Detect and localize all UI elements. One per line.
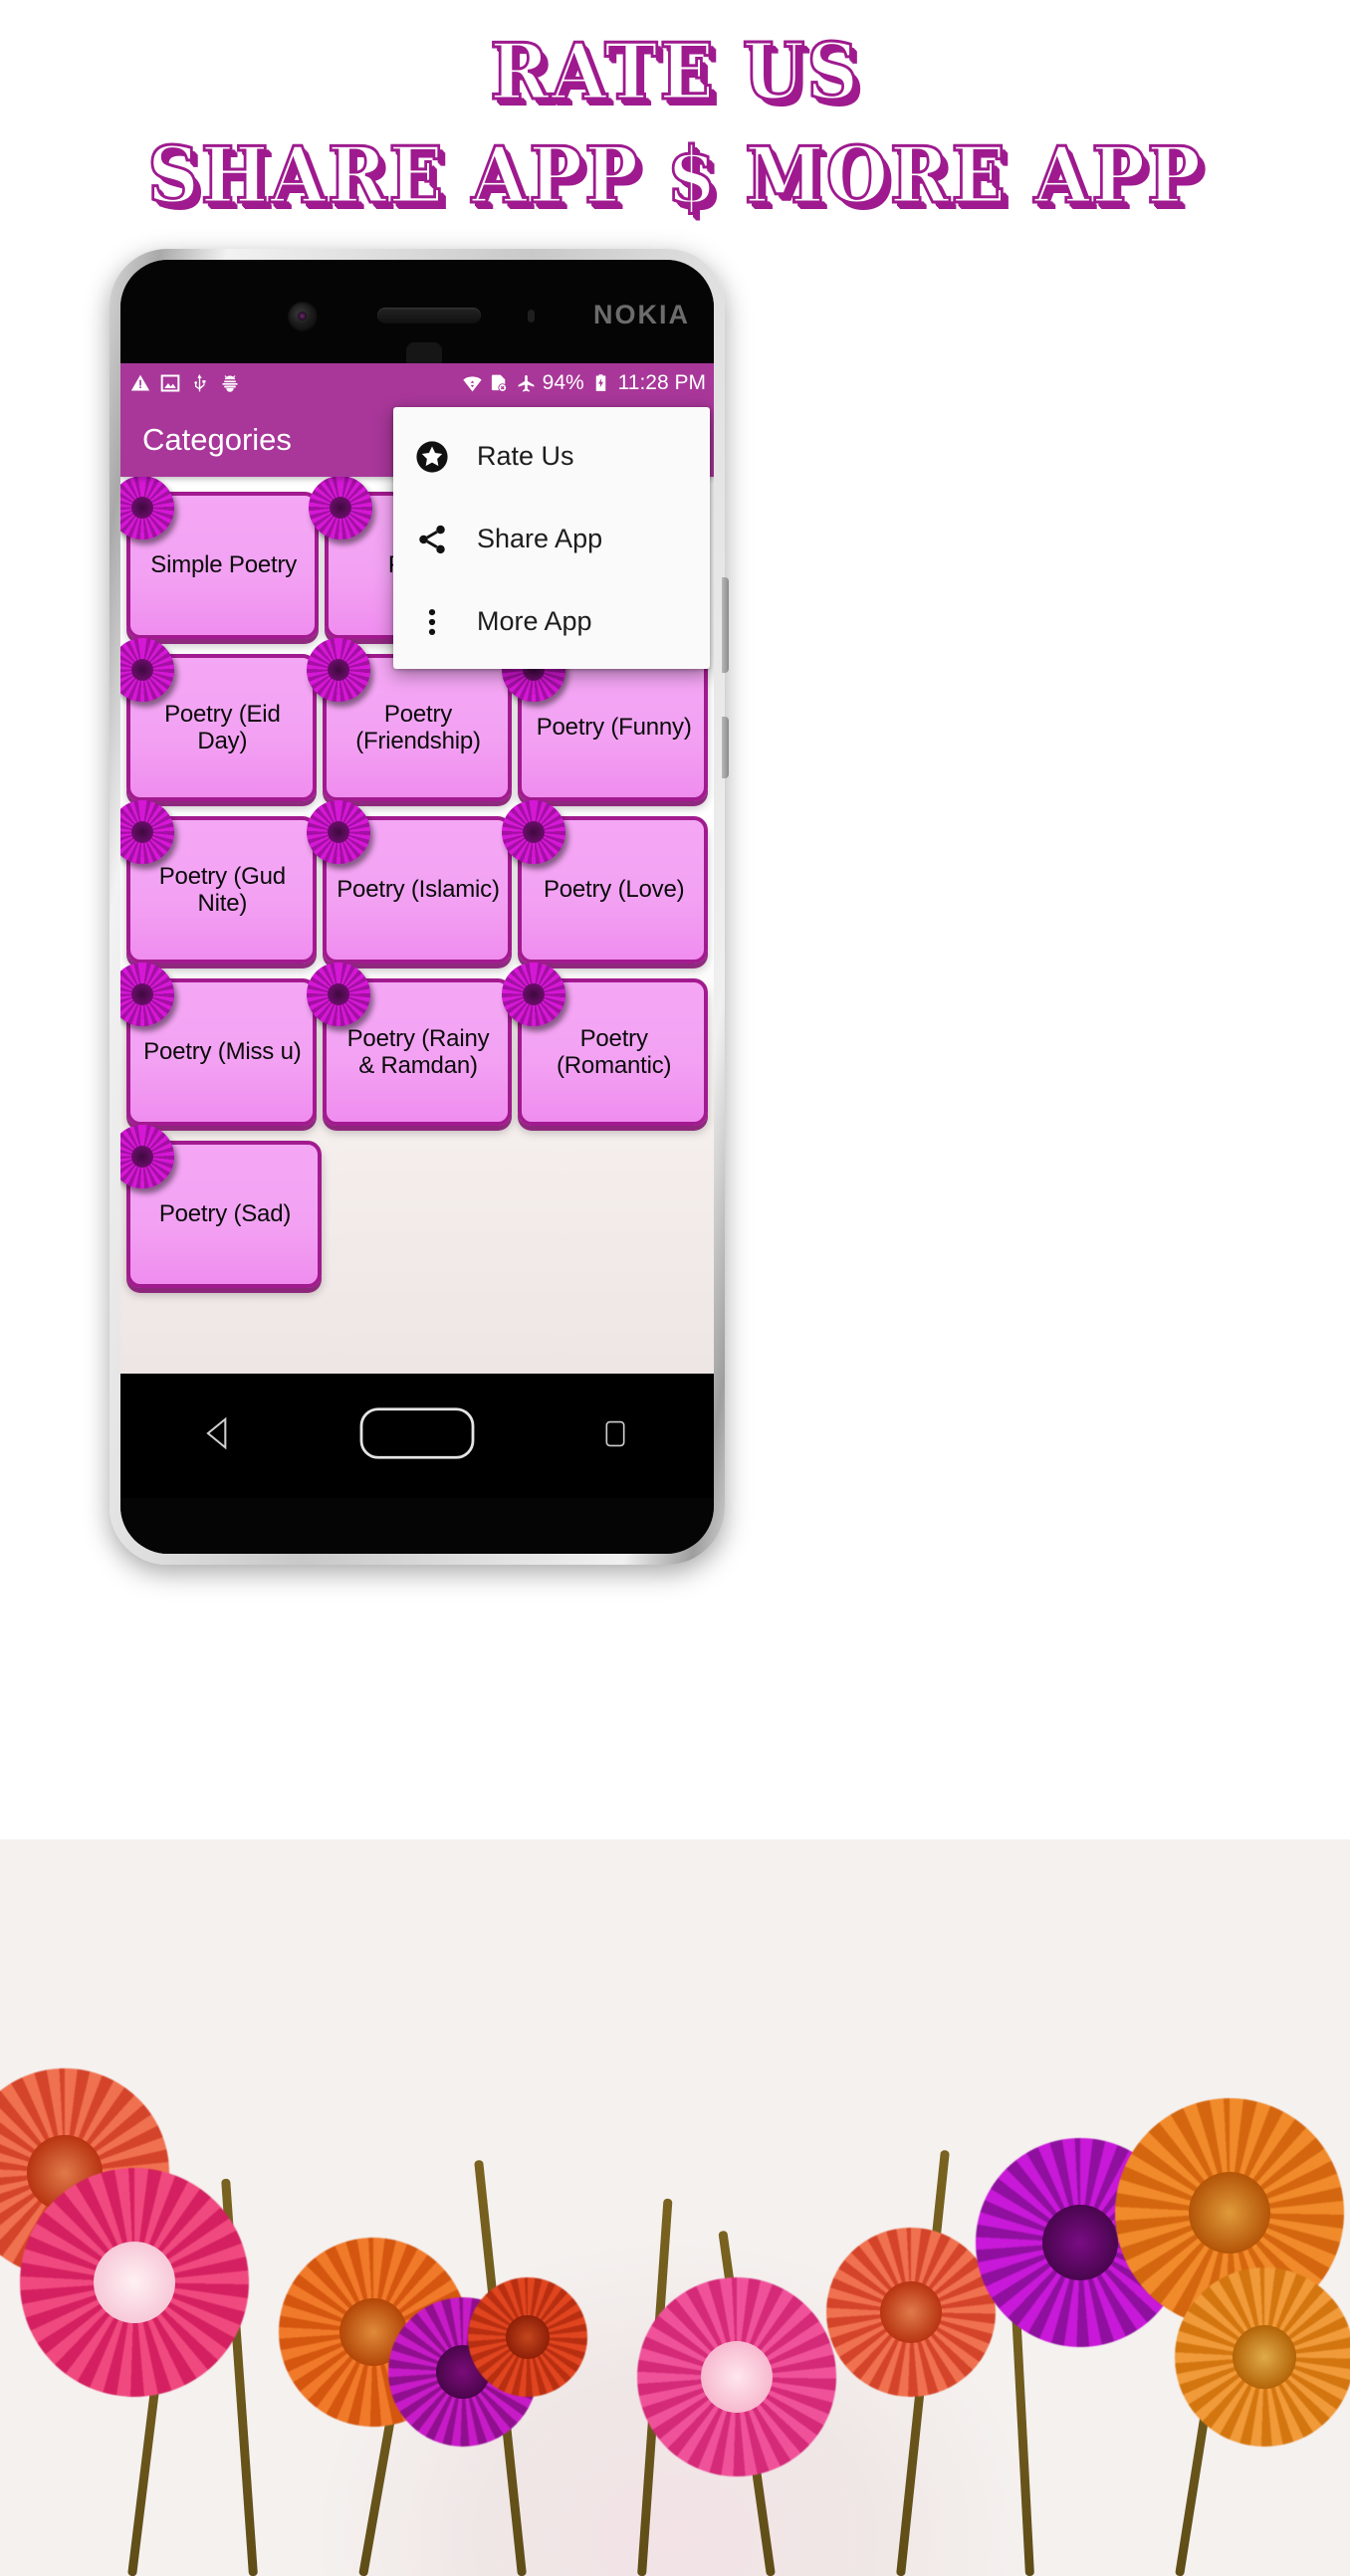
phone-device: NOKIA 94% 11:28 PM Categories Simple Poe… [110,249,729,1565]
battery-charging-icon [591,373,611,393]
category-label: Poetry (Miss u) [143,1038,302,1066]
category-label: Poetry (Islamic) [337,876,500,904]
flower-icon [120,800,174,864]
clock-label: 11:28 PM [617,371,706,394]
usb-icon [190,373,210,393]
phone-top-bezel: NOKIA [120,260,714,368]
category-label: Poetry (Gud Nite) [158,862,286,917]
nav-recents-button[interactable] [516,1417,714,1455]
flower-icon [306,963,370,1026]
image-icon [160,373,180,393]
category-label: Poetry (Romantic) [557,1024,672,1079]
category-tile[interactable]: Poetry (Rainy & Ramdan) [306,963,513,1126]
overflow-menu: Rate Us Share App More App [393,407,710,669]
menu-item-rate-us[interactable]: Rate Us [393,415,710,498]
category-label: Poetry (Sad) [158,1200,292,1228]
category-tile[interactable]: Poetry (Funny) [502,638,709,801]
flower-icon [306,800,370,864]
flower-icon [120,476,174,539]
more-vertical-icon [415,605,449,639]
flower-icon [502,963,566,1026]
flower-icon [306,638,370,702]
brand-logo: NOKIA [593,300,690,329]
flower-icon [309,476,373,539]
proximity-sensor-icon [528,310,535,322]
wifi-icon [462,373,482,393]
nav-home-button[interactable] [319,1405,517,1466]
front-camera-icon [288,302,318,331]
phone-screen: 94% 11:28 PM Categories Simple Poetry Po… [120,363,714,1374]
status-bar: 94% 11:28 PM [120,363,714,403]
menu-item-label: Rate Us [477,441,574,471]
flower-icon [120,638,174,702]
category-label: Poetry (Love) [543,876,685,904]
grid-row: Poetry (Sad) [120,1125,708,1288]
bug-icon [220,373,240,393]
category-tile[interactable]: Poetry (Islamic) [306,800,513,964]
flower-icon [120,1125,174,1188]
menu-item-label: More App [477,606,592,636]
category-tile[interactable]: Poetry (Eid Day) [120,638,317,801]
category-tile[interactable]: Poetry (Gud Nite) [120,800,317,964]
category-label: Poetry (Funny) [536,714,692,742]
battery-percent-label: 94% [542,371,584,394]
menu-item-more-app[interactable]: More App [393,580,710,663]
system-navigation-bar [120,1374,714,1498]
page-title: Categories [142,422,292,457]
back-triangle-icon [200,1414,238,1457]
home-rounded-rect-icon [357,1405,477,1466]
earpiece-speaker-icon [377,308,481,323]
category-tile[interactable]: Simple Poetry [120,476,320,639]
category-tile[interactable]: Poetry (Friendship) [306,638,513,801]
menu-item-label: Share App [477,524,603,553]
category-tile[interactable]: Poetry (Romantic) [502,963,709,1126]
category-label: Poetry (Rainy & Ramdan) [346,1024,490,1079]
grid-row: Poetry (Gud Nite) Poetry (Islamic) Poetr… [120,800,709,964]
phone-bottom-bezel [120,1498,714,1554]
recents-rect-icon [602,1417,628,1455]
flower-background-photo [0,1839,1350,2576]
flower-icon [502,800,566,864]
nav-back-button[interactable] [120,1414,319,1457]
category-label: Simple Poetry [150,551,298,579]
category-tile[interactable]: Poetry (Love) [502,800,709,964]
menu-item-share-app[interactable]: Share App [393,498,710,580]
warning-triangle-icon [130,373,150,393]
flower-icon [120,963,174,1026]
sim-card-error-icon [489,373,509,393]
category-label: Poetry (Eid Day) [164,700,281,754]
grid-row: Poetry (Miss u) Poetry (Rainy & Ramdan) … [120,963,709,1126]
promo-headline-2: SHARE APP $ MORE APP [146,129,1203,221]
promo-headline-1: RATE US [489,27,860,117]
volume-button[interactable] [722,577,729,673]
category-label: Poetry (Friendship) [355,700,481,754]
grid-row: Poetry (Eid Day) Poetry (Friendship) Poe… [120,638,709,801]
share-icon [415,523,449,556]
category-tile[interactable]: Poetry (Sad) [120,1125,322,1288]
category-tile[interactable]: Poetry (Miss u) [120,963,317,1126]
screenshot-root: RATE US SHARE APP $ MORE APP NOKIA 94% 1… [0,0,1350,2576]
power-button[interactable] [722,717,729,778]
airplane-mode-icon [516,373,536,393]
star-circle-icon [415,440,449,474]
